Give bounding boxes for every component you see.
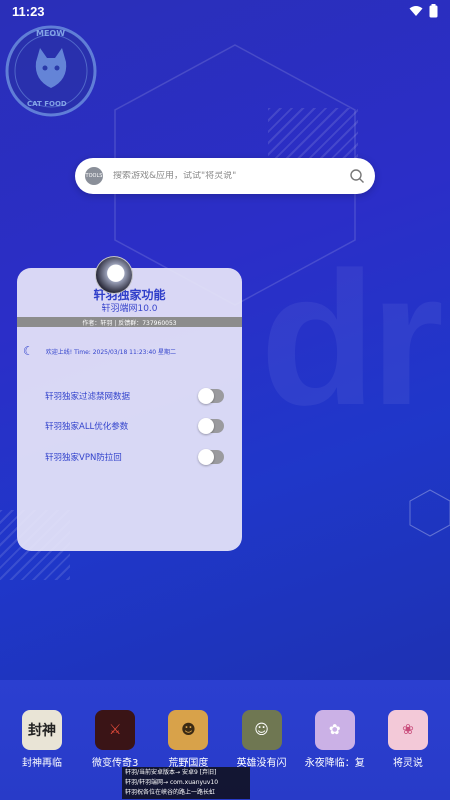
toggle-knob bbox=[198, 418, 214, 434]
author-bar: 作者：轩羽 | 反馈群：737960053 bbox=[17, 317, 242, 327]
avatar[interactable] bbox=[95, 256, 133, 294]
app-item[interactable]: 封神 封神再临 bbox=[7, 710, 77, 769]
app-label: 封神再临 bbox=[22, 758, 62, 769]
search-input[interactable] bbox=[113, 171, 349, 181]
search-icon[interactable] bbox=[349, 168, 365, 184]
background-watermark: dr bbox=[260, 233, 444, 445]
moon-icon: ☾ bbox=[23, 344, 34, 358]
app-label: 永夜降临：复 bbox=[304, 758, 365, 769]
author-text: 作者：轩羽 | 反馈群：737960053 bbox=[82, 319, 177, 327]
toggle-knob bbox=[198, 449, 214, 465]
app-icon[interactable]: 封神 bbox=[22, 710, 62, 750]
toggle-switch[interactable] bbox=[198, 388, 224, 404]
app-item[interactable]: ✿ 永夜降临：复 bbox=[300, 710, 370, 769]
app-item[interactable]: ☺ 英雄没有闪 bbox=[227, 710, 297, 769]
toast-line: 轩羽/轩羽端网→ com.xuanyuv10 bbox=[125, 779, 219, 786]
status-bar: 11:23 bbox=[0, 0, 450, 22]
toggle-switch[interactable] bbox=[198, 449, 224, 465]
toggle-label: 轩羽独家VPN防拉回 bbox=[45, 453, 122, 463]
toggle-switch[interactable] bbox=[198, 418, 224, 434]
online-text: 欢迎上线! Time: 2025/03/18 11:23:40 星期二 bbox=[45, 348, 177, 356]
app-icon[interactable]: ☺ bbox=[241, 710, 282, 750]
toggle-row-filter[interactable]: 轩羽独家过滤禁网数据 bbox=[45, 387, 224, 405]
battery-icon bbox=[429, 4, 438, 18]
app-icon[interactable]: ✿ bbox=[314, 710, 355, 750]
tools-app-icon: TOOLS bbox=[85, 167, 103, 185]
toast-line: 轩羽/当前安卓版本→ 安卓9 [弃旧] bbox=[125, 769, 217, 776]
feature-panel: 轩羽独家功能 轩羽端网10.0 作者：轩羽 | 反馈群：737960053 ☾ … bbox=[17, 268, 242, 551]
wifi-icon bbox=[409, 6, 423, 16]
small-hexagon bbox=[409, 489, 450, 537]
app-item[interactable]: ☻ 荒野国度 bbox=[153, 710, 223, 769]
toggle-row-optimize[interactable]: 轩羽独家ALL优化参数 bbox=[45, 417, 224, 435]
app-icon[interactable]: ☻ bbox=[168, 710, 209, 750]
app-label: 将灵说 bbox=[392, 758, 423, 769]
logo-bottom-text: CAT FOOD bbox=[27, 100, 67, 108]
search-bar[interactable]: TOOLS bbox=[75, 158, 375, 194]
app-list: 封神 封神再临 ⚔ 微变传奇3 ☻ 荒野国度 ☺ 英雄没有闪 ✿ 永夜降临：复 … bbox=[0, 710, 450, 769]
panel-subtitle: 轩羽端网10.0 bbox=[101, 304, 158, 314]
toggle-label: 轩羽独家过滤禁网数据 bbox=[45, 392, 131, 402]
toast-line: 轩羽祝各位在峡谷的路上一路长虹 bbox=[125, 789, 216, 796]
logo-top-text: MEOW bbox=[36, 29, 66, 38]
toggle-label: 轩羽独家ALL优化参数 bbox=[45, 422, 129, 432]
online-status-row: ☾ 欢迎上线! Time: 2025/03/18 11:23:40 星期二 bbox=[23, 344, 234, 358]
app-icon[interactable]: ⚔ bbox=[95, 710, 136, 750]
toast-message: 轩羽/当前安卓版本→ 安卓9 [弃旧] 轩羽/轩羽端网→ com.xuanyuv… bbox=[122, 767, 250, 799]
toggle-row-vpn[interactable]: 轩羽独家VPN防拉回 bbox=[45, 448, 224, 466]
app-icon[interactable]: ❀ bbox=[387, 710, 428, 750]
status-time: 11:23 bbox=[12, 3, 45, 19]
app-item[interactable]: ❀ 将灵说 bbox=[373, 710, 443, 769]
toggle-knob bbox=[198, 388, 214, 404]
app-item[interactable]: ⚔ 微变传奇3 bbox=[80, 710, 150, 769]
